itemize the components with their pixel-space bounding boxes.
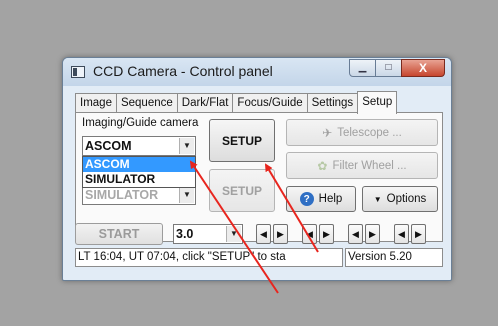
- setup-button[interactable]: SETUP: [209, 119, 275, 162]
- app-window-icon: [71, 66, 85, 78]
- control-panel-window: CCD Camera - Control panel ▁ □ X Image S…: [62, 57, 452, 281]
- tab-strip: Image Sequence Dark/Flat Focus/Guide Set…: [75, 91, 398, 114]
- filter-wheel-button[interactable]: ✿ Filter Wheel ...: [286, 152, 438, 179]
- tab-dark-flat[interactable]: Dark/Flat: [176, 93, 234, 113]
- tab-image[interactable]: Image: [75, 93, 117, 113]
- help-button[interactable]: ? Help: [286, 186, 356, 212]
- nav-right-button-2[interactable]: ▶: [319, 224, 334, 244]
- chevron-down-icon[interactable]: ▼: [179, 138, 194, 154]
- title-bar[interactable]: CCD Camera - Control panel ▁ □ X: [63, 58, 451, 86]
- camera-select[interactable]: ASCOM ▼: [82, 136, 196, 156]
- filter-wheel-icon: ✿: [317, 158, 328, 173]
- setup-button-secondary[interactable]: SETUP: [209, 169, 275, 212]
- exposure-value: 3.0: [176, 227, 194, 241]
- arrow-left-icon: ◀: [306, 228, 313, 239]
- arrow-left-icon: ◀: [260, 228, 267, 239]
- telescope-button[interactable]: ✈ Telescope ...: [286, 119, 438, 146]
- exposure-select[interactable]: 3.0 ▼: [173, 224, 243, 244]
- status-text: LT 16:04, UT 07:04, click "SETUP" to sta: [75, 248, 343, 267]
- arrow-right-icon: ▶: [415, 228, 422, 239]
- tab-settings[interactable]: Settings: [306, 93, 359, 113]
- nav-left-button-4[interactable]: ◀: [394, 224, 409, 244]
- tab-setup[interactable]: Setup: [357, 91, 398, 114]
- arrow-right-icon: ▶: [323, 228, 330, 239]
- close-icon: X: [418, 61, 427, 75]
- nav-right-button-3[interactable]: ▶: [365, 224, 380, 244]
- dropdown-option-simulator[interactable]: SIMULATOR: [83, 172, 195, 187]
- help-icon: ?: [299, 192, 314, 206]
- camera-select-value: ASCOM: [85, 139, 132, 153]
- options-button[interactable]: ▼ Options: [362, 186, 438, 212]
- filter-wheel-button-label: Filter Wheel ...: [332, 159, 407, 172]
- nav-right-button-1[interactable]: ▶: [273, 224, 288, 244]
- close-button[interactable]: X: [401, 59, 445, 77]
- chevron-down-icon[interactable]: ▼: [179, 187, 194, 203]
- nav-left-button-1[interactable]: ◀: [256, 224, 271, 244]
- window-controls: ▁ □ X: [349, 59, 445, 77]
- guide-camera-select[interactable]: SIMULATOR ▼: [82, 185, 196, 205]
- maximize-icon: □: [385, 62, 392, 73]
- tab-focus-guide[interactable]: Focus/Guide: [232, 93, 308, 113]
- maximize-button[interactable]: □: [375, 59, 402, 77]
- version-text: Version 5.20: [345, 248, 443, 267]
- arrow-right-icon: ▶: [277, 228, 284, 239]
- nav-left-button-2[interactable]: ◀: [302, 224, 317, 244]
- arrow-left-icon: ◀: [398, 228, 405, 239]
- camera-dropdown-list: ASCOM SIMULATOR: [82, 156, 196, 188]
- minimize-button[interactable]: ▁: [349, 59, 376, 77]
- arrow-right-icon: ▶: [369, 228, 376, 239]
- nav-right-button-4[interactable]: ▶: [411, 224, 426, 244]
- telescope-icon: ✈: [322, 125, 333, 140]
- telescope-button-label: Telescope ...: [337, 126, 402, 139]
- camera-label: Imaging/Guide camera: [82, 117, 199, 129]
- nav-left-button-3[interactable]: ◀: [348, 224, 363, 244]
- window-title: CCD Camera - Control panel: [93, 63, 273, 79]
- minimize-icon: ▁: [358, 62, 367, 73]
- arrow-left-icon: ◀: [352, 228, 359, 239]
- help-button-label: Help: [318, 193, 343, 205]
- start-button[interactable]: START: [75, 223, 163, 245]
- dropdown-option-ascom[interactable]: ASCOM: [83, 157, 195, 172]
- tab-sequence[interactable]: Sequence: [115, 93, 178, 113]
- options-button-label: Options: [386, 193, 427, 205]
- guide-camera-select-value: SIMULATOR: [85, 188, 159, 202]
- chevron-down-icon: ▼: [373, 194, 382, 204]
- chevron-down-icon[interactable]: ▼: [226, 226, 241, 242]
